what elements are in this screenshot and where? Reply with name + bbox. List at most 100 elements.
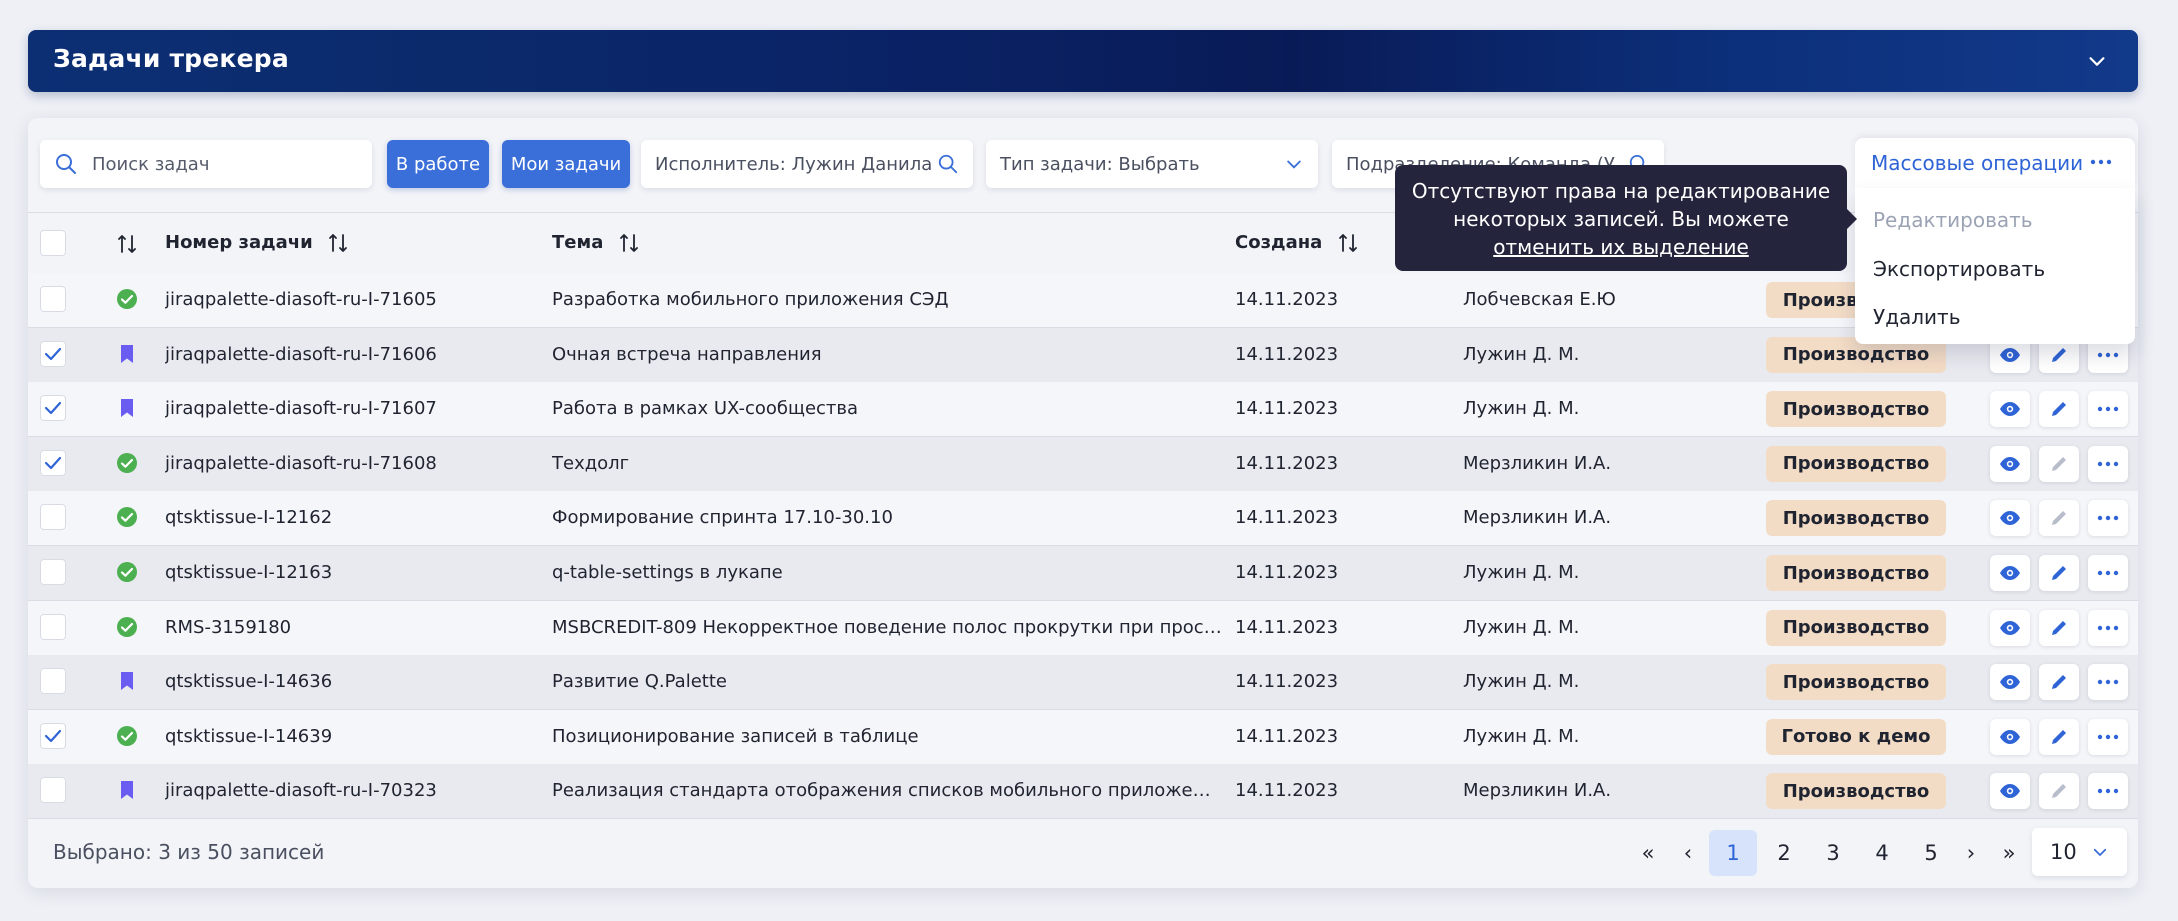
select-all-checkbox[interactable]	[40, 230, 66, 256]
task-number[interactable]: jiraqpalette-diasoft-ru-I-71608	[165, 453, 535, 474]
page-button-3[interactable]: 3	[1815, 830, 1851, 876]
menu-item-delete[interactable]: Удалить	[1873, 305, 1961, 329]
more-horizontal-icon	[2097, 570, 2119, 576]
row-more-button[interactable]	[2088, 609, 2128, 646]
in-work-filter-button[interactable]: В работе	[387, 140, 489, 188]
column-number[interactable]: Номер задачи	[165, 232, 349, 254]
row-more-button[interactable]	[2088, 500, 2128, 537]
chevron-down-icon	[1287, 160, 1301, 169]
task-number[interactable]: jiraqpalette-diasoft-ru-I-70323	[165, 780, 535, 801]
view-button[interactable]	[1990, 664, 2030, 701]
per-page-select[interactable]: 10	[2032, 828, 2127, 876]
row-checkbox[interactable]	[40, 777, 66, 804]
row-more-button[interactable]	[2088, 718, 2128, 755]
column-topic-label: Тема	[552, 232, 604, 253]
view-button[interactable]	[1990, 445, 2030, 482]
next-page-button[interactable]: ›	[1956, 830, 1986, 876]
page-button-2[interactable]: 2	[1766, 830, 1802, 876]
task-assignee: Лужин Д. М.	[1463, 343, 1580, 365]
table-row[interactable]: jiraqpalette-diasoft-ru-I-71608 Техдолг 14…	[28, 436, 2138, 492]
edit-button[interactable]	[2039, 555, 2079, 591]
table-row[interactable]: qtsktissue-I-14636 Развитие Q.Palette 14.1…	[28, 655, 2138, 711]
sort-icon[interactable]	[618, 232, 640, 254]
task-type-select[interactable]: Тип задачи: Выбрать	[986, 140, 1318, 188]
task-topic: Техдолг	[552, 452, 630, 474]
table-row[interactable]: jiraqpalette-diasoft-ru-I-71605 Разработк…	[28, 273, 2138, 328]
row-more-button[interactable]	[2088, 445, 2128, 482]
view-button[interactable]	[1990, 773, 2030, 810]
task-number[interactable]: RMS-3159180	[165, 617, 535, 638]
row-checkbox[interactable]	[40, 340, 66, 367]
task-number[interactable]: jiraqpalette-diasoft-ru-I-71607	[165, 398, 535, 419]
task-number[interactable]: jiraqpalette-diasoft-ru-I-71605	[165, 289, 535, 310]
menu-item-edit[interactable]: Редактировать	[1873, 208, 2033, 232]
row-more-button[interactable]	[2088, 773, 2128, 810]
task-number[interactable]: qtsktissue-I-14639	[165, 726, 535, 747]
chevron-down-icon[interactable]	[2086, 50, 2108, 72]
view-button[interactable]	[1990, 391, 2030, 428]
table-row[interactable]: jiraqpalette-diasoft-ru-I-71606 Очная вст…	[28, 327, 2138, 383]
more-horizontal-icon	[2097, 734, 2119, 739]
view-button[interactable]	[1990, 718, 2030, 755]
row-checkbox[interactable]	[40, 504, 66, 531]
first-page-button[interactable]: «	[1633, 830, 1663, 876]
edit-button[interactable]	[2039, 718, 2079, 755]
prev-page-button[interactable]: ‹	[1673, 830, 1703, 876]
row-checkbox[interactable]	[40, 613, 66, 640]
row-more-button[interactable]	[2088, 555, 2128, 591]
executor-filter[interactable]: Исполнитель: Лужин Данила	[641, 140, 973, 188]
page-button-5[interactable]: 5	[1913, 830, 1949, 876]
sort-icon[interactable]	[116, 233, 138, 255]
task-created-date: 14.11.2023	[1235, 343, 1339, 365]
deselect-link[interactable]: отменить их выделение	[1395, 233, 1847, 261]
task-number[interactable]: qtsktissue-I-12163	[165, 562, 535, 583]
checkmark-icon	[44, 729, 62, 742]
view-button[interactable]	[1990, 555, 2030, 591]
search-icon[interactable]	[937, 153, 959, 175]
menu-item-export[interactable]: Экспортировать	[1873, 257, 2045, 281]
task-assignee: Лужин Д. М.	[1463, 562, 1580, 583]
edit-button[interactable]	[2039, 500, 2079, 537]
search-input[interactable]: Поиск задач	[40, 140, 372, 188]
column-topic[interactable]: Тема	[552, 232, 640, 254]
table-row[interactable]: qtsktissue-I-14639 Позиционирование запис…	[28, 709, 2138, 765]
task-assignee: Лобчевская Е.Ю	[1463, 289, 1616, 310]
sort-icon[interactable]	[327, 232, 349, 254]
status-badge: Производство	[1766, 609, 1946, 646]
edit-button[interactable]	[2039, 445, 2079, 482]
row-checkbox[interactable]	[40, 559, 66, 585]
edit-button[interactable]	[2039, 773, 2079, 810]
executor-filter-label: Исполнитель: Лужин Данила	[655, 153, 933, 175]
task-number[interactable]: qtsktissue-I-14636	[165, 671, 535, 692]
row-checkbox[interactable]	[40, 286, 66, 312]
table-row[interactable]: qtsktissue-I-12163 q-table-settings в лук…	[28, 546, 2138, 601]
mass-operations-button[interactable]: Массовые операции	[1855, 138, 2135, 188]
row-more-button[interactable]	[2088, 391, 2128, 428]
row-checkbox[interactable]	[40, 449, 66, 476]
task-number[interactable]: qtsktissue-I-12162	[165, 507, 535, 528]
row-checkbox[interactable]	[40, 395, 66, 422]
check-circle-icon	[116, 616, 138, 642]
table-row[interactable]: RMS-3159180 MSBCREDIT-809 Некорректное по…	[28, 600, 2138, 656]
row-checkbox[interactable]	[40, 722, 66, 749]
page-button-4[interactable]: 4	[1864, 830, 1900, 876]
task-number[interactable]: jiraqpalette-diasoft-ru-I-71606	[165, 344, 535, 365]
row-checkbox[interactable]	[40, 668, 66, 695]
table-row[interactable]: qtsktissue-I-12162 Формирование спринта 1…	[28, 491, 2138, 547]
table-row[interactable]: jiraqpalette-diasoft-ru-I-70323 Реализаци…	[28, 764, 2138, 820]
edit-button[interactable]	[2039, 391, 2079, 428]
row-more-button[interactable]	[2088, 664, 2128, 701]
column-created[interactable]: Создана	[1235, 232, 1359, 254]
view-button[interactable]	[1990, 609, 2030, 646]
task-topic: Разработка мобильного приложения СЭД	[552, 289, 949, 310]
eye-icon	[2000, 784, 2020, 799]
edit-button[interactable]	[2039, 609, 2079, 646]
view-button[interactable]	[1990, 500, 2030, 537]
table-row[interactable]: jiraqpalette-diasoft-ru-I-71607 Работа в …	[28, 382, 2138, 438]
page-button-1[interactable]: 1	[1709, 830, 1757, 876]
last-page-button[interactable]: »	[1994, 830, 2024, 876]
status-badge: Производство	[1766, 500, 1946, 537]
edit-button[interactable]	[2039, 664, 2079, 701]
sort-icon[interactable]	[1337, 232, 1359, 254]
my-tasks-filter-button[interactable]: Мои задачи	[502, 140, 630, 188]
